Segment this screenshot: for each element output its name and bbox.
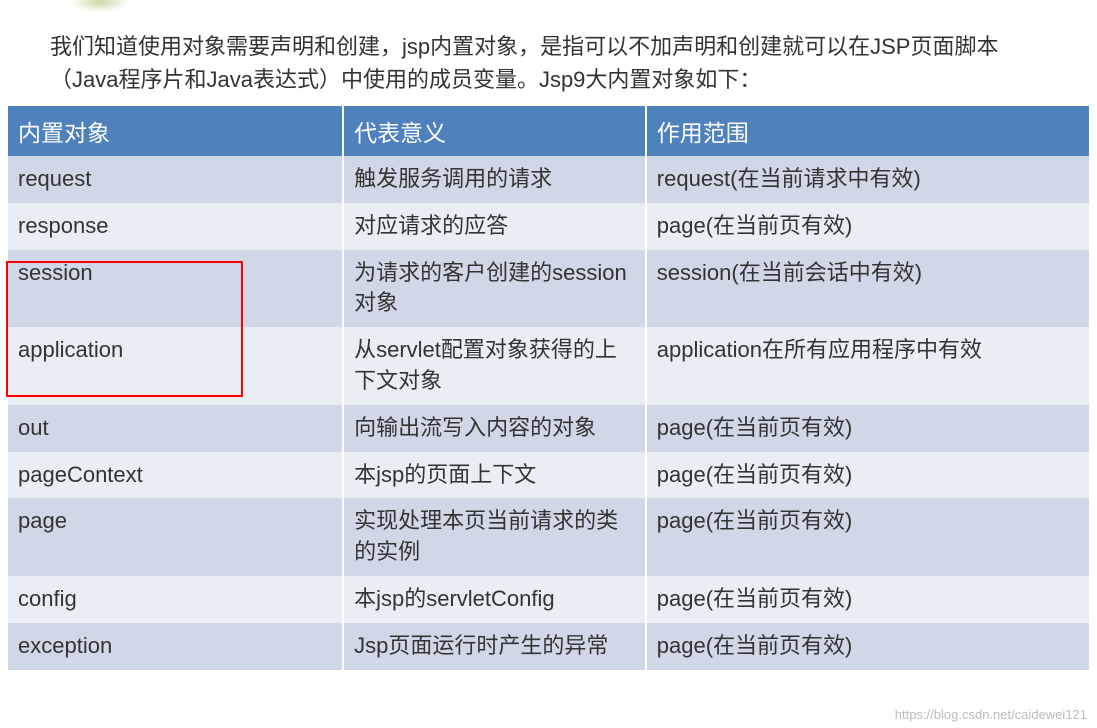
cell-object: pageContext (8, 452, 343, 499)
cell-object: application (8, 327, 343, 405)
cell-meaning: 从servlet配置对象获得的上下文对象 (343, 327, 646, 405)
table-row: exception Jsp页面运行时产生的异常 page(在当前页有效) (8, 623, 1089, 670)
cell-object: out (8, 405, 343, 452)
cell-object: config (8, 576, 343, 623)
cell-object: exception (8, 623, 343, 670)
cell-object: response (8, 203, 343, 250)
cell-scope: page(在当前页有效) (646, 498, 1089, 576)
table-row: config 本jsp的servletConfig page(在当前页有效) (8, 576, 1089, 623)
cell-scope: application在所有应用程序中有效 (646, 327, 1089, 405)
table-row: application 从servlet配置对象获得的上下文对象 applica… (8, 327, 1089, 405)
table-row: out 向输出流写入内容的对象 page(在当前页有效) (8, 405, 1089, 452)
table-container: 内置对象 代表意义 作用范围 request 触发服务调用的请求 request… (0, 106, 1097, 670)
header-meaning: 代表意义 (343, 106, 646, 156)
cell-scope: page(在当前页有效) (646, 203, 1089, 250)
cell-scope: page(在当前页有效) (646, 576, 1089, 623)
cell-meaning: 实现处理本页当前请求的类的实例 (343, 498, 646, 576)
cell-meaning: 触发服务调用的请求 (343, 156, 646, 203)
table-header-row: 内置对象 代表意义 作用范围 (8, 106, 1089, 156)
cell-meaning: 向输出流写入内容的对象 (343, 405, 646, 452)
header-object: 内置对象 (8, 106, 343, 156)
cell-meaning: Jsp页面运行时产生的异常 (343, 623, 646, 670)
cell-meaning: 本jsp的页面上下文 (343, 452, 646, 499)
cell-scope: request(在当前请求中有效) (646, 156, 1089, 203)
table-row: response 对应请求的应答 page(在当前页有效) (8, 203, 1089, 250)
cell-scope: session(在当前会话中有效) (646, 250, 1089, 328)
cell-scope: page(在当前页有效) (646, 452, 1089, 499)
cell-object: page (8, 498, 343, 576)
cell-meaning: 对应请求的应答 (343, 203, 646, 250)
table-row: page 实现处理本页当前请求的类的实例 page(在当前页有效) (8, 498, 1089, 576)
header-scope: 作用范围 (646, 106, 1089, 156)
cell-meaning: 为请求的客户创建的session对象 (343, 250, 646, 328)
cell-object: session (8, 250, 343, 328)
table-row: request 触发服务调用的请求 request(在当前请求中有效) (8, 156, 1089, 203)
cell-scope: page(在当前页有效) (646, 405, 1089, 452)
cell-meaning: 本jsp的servletConfig (343, 576, 646, 623)
watermark-text: https://blog.csdn.net/caidewei121 (895, 707, 1087, 722)
table-row: session 为请求的客户创建的session对象 session(在当前会话… (8, 250, 1089, 328)
cell-object: request (8, 156, 343, 203)
jsp-objects-table: 内置对象 代表意义 作用范围 request 触发服务调用的请求 request… (8, 106, 1089, 670)
table-row: pageContext 本jsp的页面上下文 page(在当前页有效) (8, 452, 1089, 499)
cell-scope: page(在当前页有效) (646, 623, 1089, 670)
intro-paragraph: 我们知道使用对象需要声明和创建，jsp内置对象，是指可以不加声明和创建就可以在J… (0, 0, 1097, 106)
